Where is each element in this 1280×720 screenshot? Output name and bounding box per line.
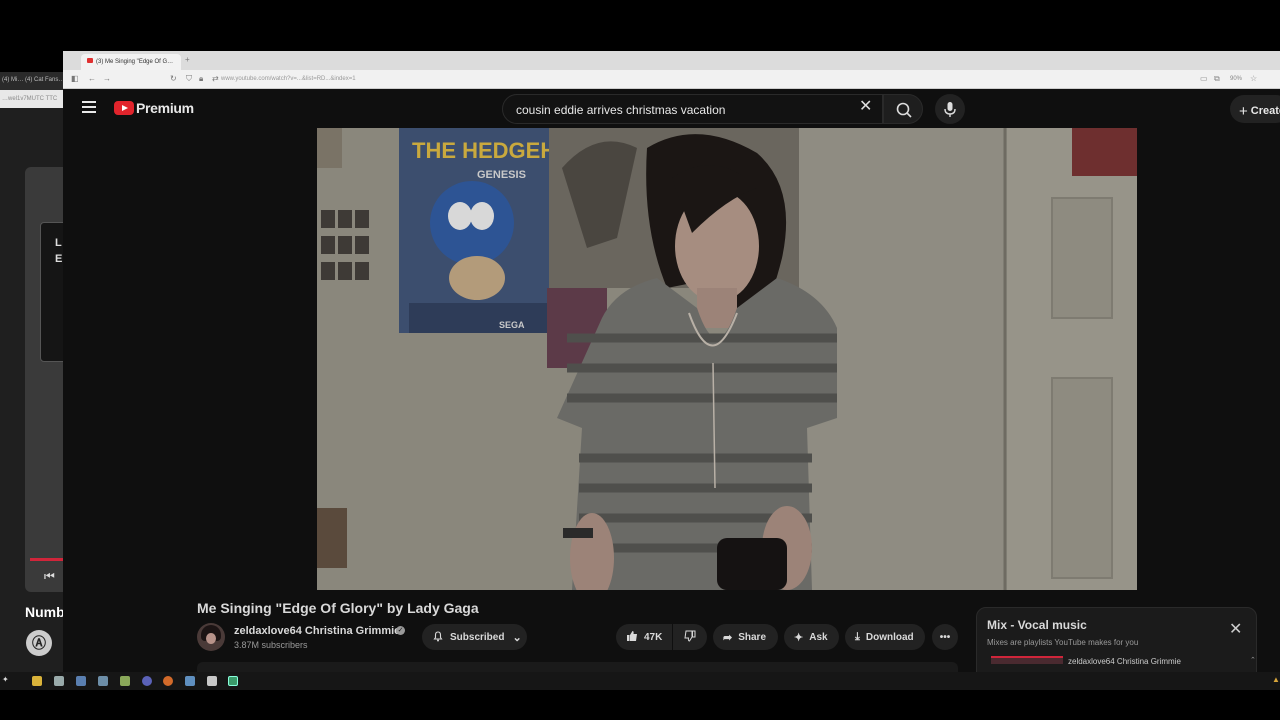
microphone-icon — [944, 102, 956, 117]
site-info-icon[interactable]: ⇄ — [212, 74, 219, 83]
new-tab-icon[interactable]: + — [185, 55, 190, 64]
search-button[interactable] — [883, 94, 923, 124]
like-count: 47K — [644, 631, 663, 643]
steam-app-icon[interactable] — [76, 676, 86, 686]
folder-app-icon[interactable] — [120, 676, 130, 686]
create-label: Create — [1250, 105, 1280, 117]
close-icon[interactable]: ✕ — [1229, 622, 1242, 638]
dislike-button[interactable] — [673, 624, 707, 650]
hamburger-menu-icon[interactable] — [82, 101, 96, 113]
channel-name[interactable]: zeldaxlove64 Christina Grimmie — [234, 625, 400, 637]
mix-subtitle: Mixes are playlists YouTube makes for yo… — [987, 638, 1139, 647]
thumbs-down-icon — [684, 630, 696, 645]
tab-bar: (3) Me Singing "Edge Of G… + — [63, 51, 1280, 70]
sparkle-icon: ✦ — [794, 631, 804, 644]
url-field[interactable]: www.youtube.com/watch?v=...&list=RD...&i… — [221, 76, 356, 82]
youtube-header: Premium ✕ +Create — [63, 89, 1280, 129]
chevron-down-icon: ⌄ — [512, 631, 522, 644]
background-tab-strip[interactable]: (4) Mi… (4) Cat Fans… — [0, 72, 70, 90]
background-now-playing-title: Numb — [25, 604, 65, 620]
download-icon: ⤓ — [855, 630, 860, 643]
previous-track-icon[interactable]: ⏮ — [44, 569, 55, 584]
create-button[interactable]: +Create — [1230, 95, 1280, 123]
forward-icon[interactable]: → — [103, 74, 111, 83]
video-title: Me Singing "Edge Of Glory" by Lady Gaga — [197, 600, 479, 616]
mix-item-thumbnail[interactable] — [991, 656, 1063, 664]
video-player[interactable]: THE HEDGEHOG GENESIS SEGA — [317, 128, 1137, 590]
more-icon: ••• — [939, 631, 951, 643]
zoom-level[interactable]: 90% — [1230, 76, 1242, 82]
tab-title: (3) Me Singing "Edge Of G… — [96, 59, 174, 65]
subscribed-label: Subscribed — [450, 631, 505, 643]
artist-logo-icon: Ⓐ — [26, 630, 52, 656]
ask-button[interactable]: ✦ Ask — [784, 624, 839, 650]
plus-icon: + — [1239, 103, 1248, 120]
search-input[interactable] — [516, 103, 856, 117]
tab-youtube[interactable]: (3) Me Singing "Edge Of G… — [81, 54, 181, 70]
ask-label: Ask — [809, 631, 828, 643]
video-frame: THE HEDGEHOG GENESIS SEGA — [317, 128, 1137, 590]
mix-item-channel[interactable]: zeldaxlove64 Christina Grimmie — [1068, 657, 1181, 666]
share-button[interactable]: ➦ Share — [713, 624, 778, 650]
background-browser-window[interactable]: (4) Mi… (4) Cat Fans… …wel1v7MUTC TTC L … — [0, 72, 70, 672]
youtube-logo-text: Premium — [136, 100, 194, 116]
youtube-favicon-icon — [87, 58, 93, 63]
mix-playlist-panel: Mix - Vocal music Mixes are playlists Yo… — [976, 607, 1257, 672]
search-icon — [896, 102, 912, 118]
poster-subtitle: GENESIS — [477, 169, 526, 181]
bookmark-icon[interactable]: ☆ — [1250, 74, 1257, 83]
notes-app-icon[interactable] — [32, 676, 42, 686]
firefox-app-icon[interactable] — [163, 676, 173, 686]
mix-title: Mix - Vocal music — [987, 618, 1087, 632]
document-app-icon[interactable] — [207, 676, 217, 686]
bell-icon — [432, 630, 444, 645]
shield-app-icon[interactable] — [185, 676, 195, 686]
share-icon: ➦ — [723, 631, 733, 644]
chevron-up-icon[interactable]: ⌃ — [1250, 656, 1256, 664]
start-icon[interactable]: ✦ — [2, 675, 9, 684]
like-button[interactable]: 47K — [616, 624, 672, 650]
share-label: Share — [738, 631, 767, 643]
youtube-logo[interactable]: Premium — [114, 100, 194, 116]
browser-window: (3) Me Singing "Edge Of G… + ◧ ← → ↻ ⛉ 🔒… — [63, 51, 1280, 672]
subscriber-count: 3.87M subscribers — [234, 640, 308, 650]
address-bar: ◧ ← → ↻ ⛉ 🔒︎ ⇄ www.youtube.com/watch?v=.… — [63, 70, 1280, 89]
taskbar: ✦ ▲ — [0, 672, 1280, 690]
download-label: Download — [865, 631, 914, 643]
reader-view-icon[interactable]: ▭ — [1200, 74, 1208, 83]
youtube-play-icon — [114, 101, 134, 115]
poster-brand: SEGA — [499, 320, 525, 330]
shield-icon[interactable]: ⛉ — [186, 74, 192, 84]
clear-search-icon[interactable]: ✕ — [859, 99, 872, 115]
description-box[interactable] — [197, 662, 958, 672]
background-url-bar[interactable]: …wel1v7MUTC TTC — [0, 90, 70, 108]
terminal-app-icon[interactable] — [228, 676, 238, 686]
files-app-icon[interactable] — [98, 676, 108, 686]
more-actions-button[interactable]: ••• — [932, 624, 958, 650]
back-icon[interactable]: ← — [88, 74, 96, 83]
subscribed-button[interactable]: Subscribed ⌄ — [422, 624, 527, 650]
channel-avatar[interactable] — [197, 623, 225, 651]
verified-icon: ✓ — [396, 626, 405, 635]
search-box — [502, 94, 883, 124]
picture-in-picture-icon[interactable]: ⧉ — [1214, 74, 1220, 84]
discord-app-icon[interactable] — [142, 676, 152, 686]
thumbs-up-icon — [626, 630, 638, 645]
tray-icon[interactable]: ▲ — [1272, 675, 1280, 684]
voice-search-button[interactable] — [935, 94, 965, 124]
desktop: (4) Mi… (4) Cat Fans… …wel1v7MUTC TTC L … — [0, 0, 1280, 720]
reload-icon[interactable]: ↻ — [170, 74, 177, 83]
lock-icon: 🔒︎ — [199, 74, 204, 83]
download-button[interactable]: ⤓ Download — [845, 624, 925, 650]
settings-app-icon[interactable] — [54, 676, 64, 686]
sidebar-toggle-icon[interactable]: ◧ — [71, 74, 79, 83]
